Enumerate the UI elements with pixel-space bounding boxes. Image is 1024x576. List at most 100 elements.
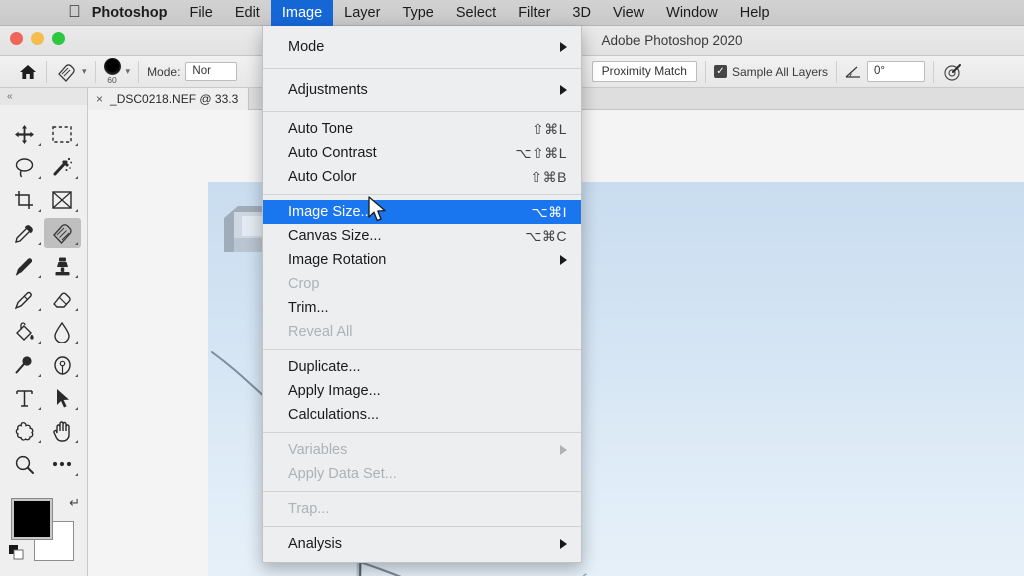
- blur-tool[interactable]: [44, 317, 82, 347]
- tool-more-indicator: [75, 242, 78, 245]
- menu-file[interactable]: File: [178, 0, 223, 26]
- menu-image[interactable]: Image: [270, 0, 334, 26]
- frame-tool[interactable]: [44, 185, 82, 215]
- document-tab[interactable]: × _DSC0218.NEF @ 33.3: [88, 88, 250, 110]
- submenu-arrow-icon: [560, 42, 567, 52]
- menu-view[interactable]: View: [602, 0, 655, 26]
- patch-tool-preset-icon[interactable]: [55, 62, 77, 82]
- minimize-window-button[interactable]: [31, 32, 44, 45]
- proximity-match-button[interactable]: Proximity Match: [591, 61, 697, 82]
- rectangular-marquee-tool[interactable]: [44, 119, 82, 149]
- tools-grid: [0, 105, 87, 479]
- tool-preset-chevron-down-icon[interactable]: ▾: [82, 66, 87, 77]
- menu-item-label: Crop: [288, 276, 320, 292]
- menu-item-label: Variables: [288, 442, 348, 458]
- menu-item-adjustments[interactable]: Adjustments: [263, 74, 581, 106]
- paint-bucket-tool[interactable]: [6, 317, 44, 347]
- menu-window[interactable]: Window: [655, 0, 729, 26]
- pen-tool[interactable]: [44, 350, 82, 380]
- eyedropper-tool[interactable]: [6, 218, 44, 248]
- divider: [46, 60, 47, 83]
- image-menu-dropdown: Mode Adjustments Auto Tone ⇧⌘L Auto Cont…: [262, 26, 582, 563]
- menu-item-apply-image[interactable]: Apply Image...: [263, 379, 581, 403]
- type-tool[interactable]: [6, 383, 44, 413]
- menu-item-duplicate[interactable]: Duplicate...: [263, 355, 581, 379]
- menu-separator: [263, 349, 581, 350]
- airbrush-pressure-icon[interactable]: [942, 62, 964, 82]
- angle-icon: [845, 64, 862, 79]
- crop-tool[interactable]: [6, 185, 44, 215]
- custom-shape-tool[interactable]: [6, 416, 44, 446]
- mode-select[interactable]: Nor: [185, 62, 238, 81]
- tool-more-indicator: [75, 176, 78, 179]
- lasso-tool[interactable]: [6, 152, 44, 182]
- tool-more-indicator: [37, 440, 41, 443]
- clone-stamp-tool[interactable]: [44, 251, 82, 281]
- eraser-tool[interactable]: [44, 284, 82, 314]
- dodge-tool[interactable]: [6, 350, 44, 380]
- brush-tool[interactable]: [6, 251, 44, 281]
- zoom-tool[interactable]: [6, 449, 44, 479]
- menu-item-label: Auto Tone: [288, 121, 354, 137]
- menu-filter[interactable]: Filter: [507, 0, 561, 26]
- menu-3d[interactable]: 3D: [561, 0, 602, 26]
- submenu-arrow-icon: [560, 445, 567, 455]
- move-tool[interactable]: [6, 119, 44, 149]
- tool-more-indicator: [75, 473, 78, 476]
- tool-more-indicator: [75, 407, 78, 410]
- window-controls: [10, 32, 65, 45]
- menu-item-label: Image Rotation: [288, 252, 387, 268]
- close-icon[interactable]: ×: [96, 92, 103, 106]
- divider: [94, 60, 96, 83]
- path-selection-tool[interactable]: [44, 383, 82, 413]
- menu-item-reveal-all: Reveal All: [263, 320, 581, 344]
- menu-layer[interactable]: Layer: [333, 0, 391, 26]
- home-icon[interactable]: [18, 63, 38, 81]
- hand-tool[interactable]: [44, 416, 82, 446]
- menu-item-image-size[interactable]: Image Size... ⌥⌘I: [263, 200, 581, 224]
- menu-item-image-rotation[interactable]: Image Rotation: [263, 248, 581, 272]
- history-brush-tool[interactable]: [6, 284, 44, 314]
- tool-more-indicator: [37, 374, 41, 377]
- default-colors-icon[interactable]: [9, 545, 25, 566]
- menu-item-trim[interactable]: Trim...: [263, 296, 581, 320]
- divider: [836, 60, 837, 83]
- collapse-panel-icon[interactable]: «: [0, 88, 87, 105]
- edit-toolbar-tool[interactable]: [44, 449, 82, 479]
- tool-more-indicator: [75, 341, 78, 344]
- menu-photoshop[interactable]: Photoshop: [81, 0, 179, 26]
- brush-size-value: 60: [107, 75, 117, 86]
- swap-colors-icon[interactable]: ↵: [69, 495, 80, 511]
- patch-tool[interactable]: [43, 218, 81, 248]
- divider: [933, 60, 934, 83]
- menu-item-canvas-size[interactable]: Canvas Size... ⌥⌘C: [263, 224, 581, 248]
- foreground-color-swatch[interactable]: [11, 498, 53, 540]
- brush-chevron-down-icon[interactable]: ▾: [126, 66, 131, 77]
- tool-more-indicator: [75, 209, 78, 212]
- menu-item-auto-tone[interactable]: Auto Tone ⇧⌘L: [263, 117, 581, 141]
- apple-logo-icon[interactable]: : [68, 3, 81, 20]
- menu-select[interactable]: Select: [445, 0, 507, 26]
- menu-help[interactable]: Help: [729, 0, 781, 26]
- close-window-button[interactable]: [10, 32, 23, 45]
- menu-item-shortcut: ⌥⌘I: [531, 203, 567, 220]
- sample-all-layers-checkbox[interactable]: ✓ Sample All Layers: [713, 65, 828, 79]
- menu-item-shortcut: ⇧⌘B: [530, 168, 567, 185]
- menu-type[interactable]: Type: [391, 0, 444, 26]
- menu-item-mode[interactable]: Mode: [263, 31, 581, 63]
- menu-item-calculations[interactable]: Calculations...: [263, 403, 581, 427]
- color-swatches: ↵: [0, 493, 87, 576]
- menu-item-trap: Trap...: [263, 497, 581, 521]
- angle-input[interactable]: 0°: [867, 61, 925, 82]
- menu-separator: [263, 111, 581, 112]
- menu-item-analysis[interactable]: Analysis: [263, 532, 581, 556]
- divider: [704, 60, 706, 83]
- zoom-window-button[interactable]: [52, 32, 65, 45]
- brush-size-preview[interactable]: 60: [103, 58, 121, 86]
- brush-blob-icon: [103, 58, 121, 76]
- menu-edit[interactable]: Edit: [224, 0, 271, 26]
- object-selection-tool[interactable]: [44, 152, 82, 182]
- menu-item-label: Reveal All: [288, 324, 353, 340]
- menu-item-auto-contrast[interactable]: Auto Contrast ⌥⇧⌘L: [263, 141, 581, 165]
- menu-item-auto-color[interactable]: Auto Color ⇧⌘B: [263, 165, 581, 189]
